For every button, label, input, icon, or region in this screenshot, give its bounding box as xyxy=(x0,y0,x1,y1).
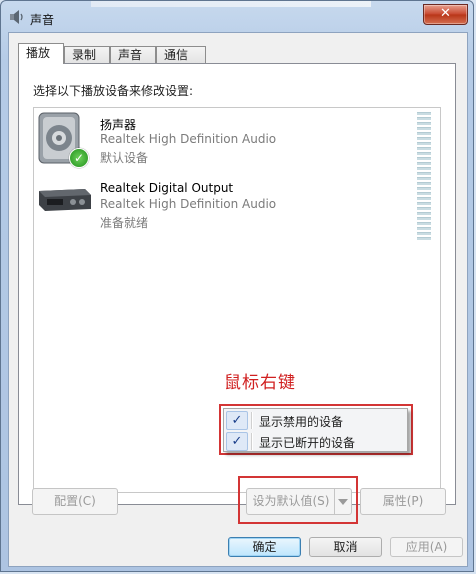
device-status: 准备就绪 xyxy=(100,216,149,230)
set-default-label: 设为默认值(S) xyxy=(252,494,330,508)
dialog-client-area: 播放 录制 声音 通信 选择以下播放设备来修改设置: ✓ 扬声器 Realtek… xyxy=(8,32,468,567)
device-description: Realtek High Definition Audio xyxy=(100,132,277,146)
window-title: 声音 xyxy=(30,13,55,27)
default-device-check-icon: ✓ xyxy=(69,148,89,168)
device-item-speakers[interactable]: ✓ 扬声器 Realtek High Definition Audio 默认设备 xyxy=(34,108,440,175)
tab-communications[interactable]: 通信 xyxy=(156,46,206,63)
checkmark-icon: ✓ xyxy=(226,432,248,451)
device-description: Realtek High Definition Audio xyxy=(100,197,277,211)
tab-sounds[interactable]: 声音 xyxy=(110,46,156,63)
close-button[interactable]: ✕ xyxy=(423,4,468,25)
ok-button[interactable]: 确定 xyxy=(228,537,301,557)
menu-item-show-disconnected[interactable]: ✓ 显示已断开的设备 xyxy=(224,431,407,452)
tab-playback[interactable]: 播放 xyxy=(18,43,64,64)
close-icon: ✕ xyxy=(440,6,451,21)
properties-button[interactable]: 属性(P) xyxy=(360,488,446,515)
playback-panel: 选择以下播放设备来修改设置: ✓ 扬声器 Realtek High Defini… xyxy=(18,63,456,505)
cancel-button[interactable]: 取消 xyxy=(309,537,382,557)
sound-dialog: 声音 ✕ 播放 录制 声音 通信 选择以下播放设备来修改设置: ✓ 扬声器 Re… xyxy=(0,0,474,572)
speaker-icon: ✓ xyxy=(37,110,89,171)
right-click-annotation: 鼠标右键 xyxy=(224,373,296,393)
menu-item-label: 显示禁用的设备 xyxy=(259,415,344,429)
configure-button[interactable]: 配置(C) xyxy=(32,488,118,515)
set-default-button[interactable]: 设为默认值(S) xyxy=(246,488,352,515)
device-list[interactable]: ✓ 扬声器 Realtek High Definition Audio 默认设备 xyxy=(33,107,441,493)
device-item-digital-output[interactable]: Realtek Digital Output Realtek High Defi… xyxy=(34,173,440,240)
menu-item-show-disabled[interactable]: ✓ 显示禁用的设备 xyxy=(224,410,407,431)
volume-meter xyxy=(417,112,431,175)
checkmark-icon: ✓ xyxy=(226,411,248,430)
context-menu: ✓ 显示禁用的设备 ✓ 显示已断开的设备 xyxy=(223,408,408,452)
device-name: Realtek Digital Output xyxy=(100,181,234,195)
instruction-text: 选择以下播放设备来修改设置: xyxy=(33,84,194,98)
chevron-down-icon[interactable] xyxy=(334,489,351,514)
apply-button[interactable]: 应用(A) xyxy=(390,537,463,557)
device-status: 默认设备 xyxy=(100,151,149,165)
digital-output-icon xyxy=(37,175,93,228)
tab-recording[interactable]: 录制 xyxy=(64,46,110,63)
speaker-app-icon xyxy=(9,10,25,24)
title-bar[interactable]: 声音 ✕ xyxy=(1,1,473,31)
menu-item-label: 显示已断开的设备 xyxy=(259,436,356,450)
volume-meter xyxy=(417,177,431,240)
device-name: 扬声器 xyxy=(100,118,137,132)
